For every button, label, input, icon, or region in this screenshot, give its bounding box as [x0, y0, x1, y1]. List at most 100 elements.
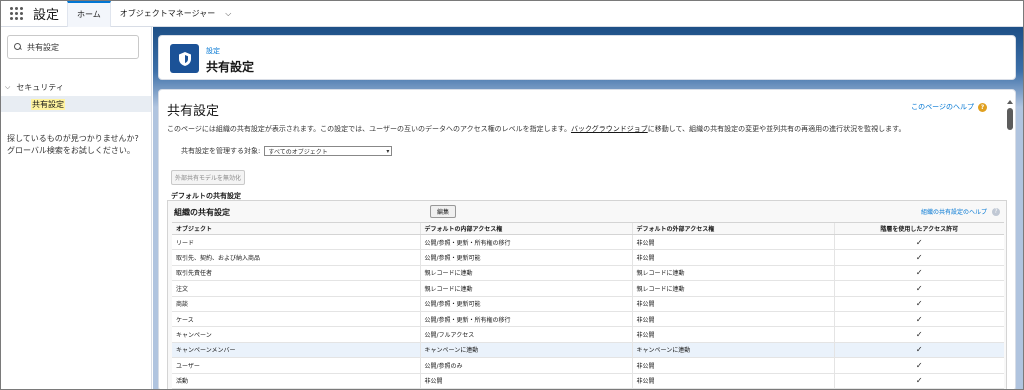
sidebar-section-security[interactable]: ⌵ セキュリティ	[5, 82, 64, 93]
page-help-link[interactable]: このページのヘルプ ?	[911, 102, 987, 112]
object-select-value: すべてのオブジェクト	[268, 148, 328, 156]
global-header: 設定 ホーム オブジェクトマネージャー ⌵	[1, 1, 1023, 27]
cell-object: リード	[172, 234, 420, 251]
cell-internal: 親レコードに連動	[419, 280, 632, 297]
cell-object: 取引先責任者	[172, 265, 420, 282]
page-header: 設定 共有設定	[158, 35, 1016, 80]
scroll-up-icon[interactable]	[1007, 100, 1013, 104]
cell-external: 非公開	[631, 311, 834, 328]
cell-external: 非公開	[631, 234, 834, 251]
cell-object: キャンペーン	[172, 326, 420, 343]
checkmark-icon: ✓	[833, 265, 1004, 282]
table-row: リード 公開/参照・更新・所有権の移行 非公開 ✓	[172, 234, 1004, 251]
chevron-down-icon[interactable]: ⌵	[5, 83, 10, 92]
org-sharing-title: 組織の共有設定	[174, 208, 230, 217]
page-title: 共有設定	[167, 104, 220, 119]
description-text-1: このページには組織の共有設定が表示されます。この設定では、ユーザーの互いのデータ…	[167, 125, 571, 133]
checkmark-icon: ✓	[833, 373, 1004, 389]
shield-icon	[170, 44, 199, 73]
not-found-line-1: 探しているものが見つかりませんか?	[7, 134, 139, 143]
header-title: 共有設定	[206, 60, 255, 74]
column-header-hierarchy: 階層を使用したアクセス許可	[833, 222, 1004, 235]
table-row: キャンペーン 公開/フルアクセス 非公開 ✓	[172, 326, 1004, 343]
table-row: キャンペーンメンバー キャンペーンに連動 キャンペーンに連動 ✓	[172, 342, 1004, 359]
breadcrumb[interactable]: 設定	[206, 46, 220, 56]
cell-object: 商談	[172, 296, 420, 312]
table-row: 取引先責任者 親レコードに連動 親レコードに連動 ✓	[172, 265, 1004, 282]
background-jobs-link[interactable]: バックグラウンドジョブ	[571, 125, 648, 133]
help-icon: ?	[978, 102, 987, 112]
scroll-thumb[interactable]	[1007, 108, 1013, 130]
main-content: 設定 共有設定 共有設定 このページのヘルプ ? このページには組織の共有設定が…	[153, 27, 1023, 389]
column-header-object: オブジェクト	[172, 222, 420, 235]
cell-object: 活動	[172, 373, 420, 389]
table-row: ユーザー 公開/参照のみ 非公開 ✓	[172, 357, 1004, 374]
checkmark-icon: ✓	[833, 311, 1004, 328]
page-description: このページには組織の共有設定が表示されます。この設定では、ユーザーの互いのデータ…	[167, 124, 905, 134]
tab-object-manager-label: オブジェクトマネージャー	[119, 9, 216, 18]
setup-sidebar: 共有設定 ⌵ セキュリティ 共有設定 探しているものが見つかりませんか? グロー…	[1, 27, 152, 389]
cell-object: 注文	[172, 280, 420, 297]
cell-external: 親レコードに連動	[631, 265, 834, 282]
chevron-down-icon[interactable]: ⌵	[225, 9, 231, 19]
checkmark-icon: ✓	[833, 326, 1004, 343]
cell-object: ケース	[172, 311, 420, 328]
sidebar-item-sharing-settings[interactable]: 共有設定	[1, 96, 151, 112]
checkmark-icon: ✓	[833, 249, 1004, 266]
sidebar-item-label: 共有設定	[31, 98, 65, 110]
manage-label: 共有設定を管理する対象:	[181, 147, 261, 155]
table-row: 商談 公開/参照・更新可能 非公開 ✓	[172, 296, 1004, 312]
description-text-2: に移動して、組織の共有設定の変更や並列共有の再適用の進行状況を監視します。	[647, 125, 906, 133]
column-header-external: デフォルトの外部アクセス権	[631, 222, 834, 235]
cell-internal: 親レコードに連動	[419, 265, 632, 282]
help-icon: ?	[992, 207, 1000, 216]
tab-home-label: ホーム	[77, 10, 101, 19]
app-launcher-icon[interactable]	[1, 1, 31, 27]
cell-external: 非公開	[631, 357, 834, 374]
content-card: 共有設定 このページのヘルプ ? このページには組織の共有設定が表示されます。こ…	[158, 89, 1016, 389]
not-found-message: 探しているものが見つかりませんか? グローバル検索をお試しください。	[7, 133, 147, 157]
cell-external: 非公開	[631, 249, 834, 266]
vertical-scrollbar[interactable]	[1007, 100, 1013, 389]
cell-internal: 公開/参照・更新可能	[419, 249, 632, 266]
table-row: 注文 親レコードに連動 親レコードに連動 ✓	[172, 280, 1004, 297]
org-sharing-table: オブジェクト デフォルトの内部アクセス権 デフォルトの外部アクセス権 階層を使用…	[172, 222, 1004, 389]
cell-internal: キャンペーンに連動	[419, 342, 632, 359]
edit-button[interactable]: 編集	[430, 205, 457, 218]
table-row: ケース 公開/参照・更新・所有権の移行 非公開 ✓	[172, 311, 1004, 328]
cell-internal: 非公開	[419, 373, 632, 389]
tab-object-manager[interactable]: オブジェクトマネージャー ⌵	[111, 1, 241, 27]
cell-object: 取引先、契約、および納入商品	[172, 249, 420, 266]
sidebar-section-label: セキュリティ	[16, 83, 64, 92]
quick-find-input[interactable]: 共有設定	[7, 35, 139, 59]
cell-external: 非公開	[631, 296, 834, 312]
app-name: 設定	[33, 8, 60, 23]
cell-external: 非公開	[631, 373, 834, 389]
cell-external: 非公開	[631, 326, 834, 343]
cell-object: ユーザー	[172, 357, 420, 374]
cell-internal: 公開/フルアクセス	[419, 326, 632, 343]
window: 設定 ホーム オブジェクトマネージャー ⌵ 共有設定 ⌵ セキュリティ 共有設定…	[0, 0, 1024, 390]
checkmark-icon: ✓	[833, 296, 1004, 312]
manage-sharing-row: 共有設定を管理する対象: すべてのオブジェクト ▾	[181, 146, 393, 156]
not-found-line-2: グローバル検索をお試しください。	[7, 146, 135, 155]
checkmark-icon: ✓	[833, 342, 1004, 359]
chevron-down-icon: ▾	[386, 147, 390, 155]
tab-home[interactable]: ホーム	[67, 1, 111, 27]
org-sharing-help-link[interactable]: 組織の共有設定のヘルプ ?	[921, 207, 1000, 216]
cell-external: 親レコードに連動	[631, 280, 834, 297]
cell-internal: 公開/参照のみ	[419, 357, 632, 374]
page-help-label: このページのヘルプ	[911, 103, 974, 111]
search-icon	[14, 43, 22, 51]
quick-find-value: 共有設定	[27, 42, 59, 52]
org-sharing-section: 組織の共有設定 編集 組織の共有設定のヘルプ ? オブジェクト デフォルトの内部…	[167, 200, 1007, 389]
checkmark-icon: ✓	[833, 280, 1004, 297]
disable-external-sharing-button[interactable]: 外部共有モデルを無効化	[171, 170, 246, 185]
object-select[interactable]: すべてのオブジェクト ▾	[264, 146, 393, 156]
table-row: 取引先、契約、および納入商品 公開/参照・更新可能 非公開 ✓	[172, 249, 1004, 266]
checkmark-icon: ✓	[833, 234, 1004, 251]
table-header-row: オブジェクト デフォルトの内部アクセス権 デフォルトの外部アクセス権 階層を使用…	[172, 222, 1004, 235]
cell-external: キャンペーンに連動	[631, 342, 834, 359]
table-row: 活動 非公開 非公開 ✓	[172, 373, 1004, 389]
cell-internal: 公開/参照・更新・所有権の移行	[419, 311, 632, 328]
